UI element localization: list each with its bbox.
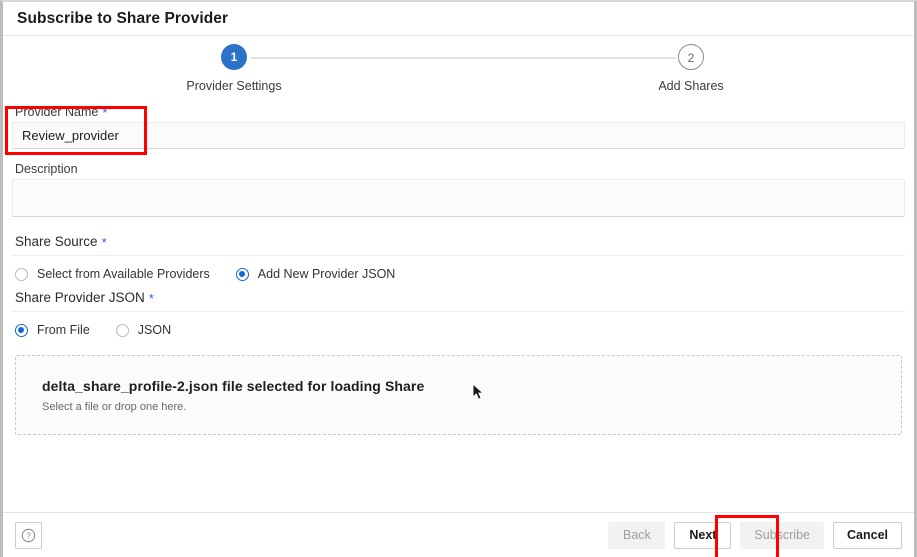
radio-icon-selected[interactable] bbox=[15, 323, 28, 337]
required-asterisk-share-provider-json: * bbox=[148, 291, 154, 306]
description-label: Description bbox=[12, 162, 905, 179]
stepper-step-provider-settings[interactable]: 1 Provider Settings bbox=[144, 44, 324, 93]
share-provider-json-heading: Share Provider JSON * bbox=[12, 290, 905, 312]
provider-name-input[interactable] bbox=[12, 122, 905, 149]
required-asterisk-provider-name: * bbox=[102, 105, 108, 120]
radio-label-add-new-provider-json: Add New Provider JSON bbox=[257, 267, 396, 281]
provider-settings-form: Provider Name* Description Share Source*… bbox=[3, 104, 914, 435]
radio-label-select-from-available-providers: Select from Available Providers bbox=[37, 267, 210, 281]
radio-option-select-from-available-providers[interactable]: Select from Available Providers bbox=[15, 267, 210, 281]
share-source-heading: Share Source * bbox=[12, 234, 905, 256]
radio-label-json: JSON bbox=[137, 323, 172, 337]
provider-name-label-text: Provider Name bbox=[15, 105, 99, 119]
subscribe-button[interactable]: Subscribe bbox=[740, 521, 824, 549]
radio-label-from-file: From File bbox=[37, 323, 90, 337]
radio-option-json[interactable]: JSON bbox=[115, 323, 172, 337]
description-textarea[interactable] bbox=[12, 179, 905, 217]
step-number-badge-2: 2 bbox=[678, 44, 704, 70]
radio-icon-unselected[interactable] bbox=[115, 323, 129, 337]
share-source-radio-group: Select from Available Providers Add New … bbox=[12, 256, 905, 290]
radio-icon-unselected[interactable] bbox=[15, 267, 28, 281]
question-circle-icon: ? bbox=[21, 528, 36, 542]
footer-button-group: Back Next Subscribe Cancel bbox=[599, 521, 902, 549]
share-source-heading-text: Share Source bbox=[15, 234, 98, 249]
step-label-2: Add Shares bbox=[658, 79, 724, 93]
wizard-stepper: 1 Provider Settings 2 Add Shares bbox=[3, 36, 914, 104]
share-provider-json-radio-group: From File JSON bbox=[12, 312, 905, 346]
cancel-button[interactable]: Cancel bbox=[833, 521, 902, 549]
help-button[interactable]: ? bbox=[15, 521, 42, 549]
radio-icon-selected[interactable] bbox=[235, 267, 249, 281]
provider-name-label: Provider Name * bbox=[12, 104, 905, 122]
stepper-step-add-shares[interactable]: 2 Add Shares bbox=[601, 44, 781, 93]
dialog-titlebar: Subscribe to Share Provider bbox=[3, 2, 914, 36]
dropzone-selected-file-text: delta_share_profile-2.json file selected… bbox=[42, 378, 425, 394]
step-number-badge-1: 1 bbox=[221, 44, 247, 70]
file-dropzone[interactable]: delta_share_profile-2.json file selected… bbox=[15, 355, 902, 435]
back-button[interactable]: Back bbox=[608, 521, 666, 549]
radio-option-from-file[interactable]: From File bbox=[15, 323, 90, 337]
description-label-text: Description bbox=[15, 162, 78, 176]
radio-option-add-new-provider-json[interactable]: Add New Provider JSON bbox=[235, 267, 396, 281]
dropzone-hint-text: Select a file or drop one here. bbox=[42, 401, 187, 413]
required-asterisk-share-source: * bbox=[101, 235, 107, 250]
step-label-1: Provider Settings bbox=[186, 79, 282, 93]
page-title: Subscribe to Share Provider bbox=[17, 9, 229, 27]
next-button[interactable]: Next bbox=[674, 521, 732, 549]
dialog-footer: ? Back Next Subscribe Cancel bbox=[3, 512, 914, 557]
share-provider-json-heading-text: Share Provider JSON bbox=[15, 290, 145, 305]
svg-text:?: ? bbox=[26, 531, 31, 540]
subscribe-share-provider-dialog: Subscribe to Share Provider 1 Provider S… bbox=[0, 0, 917, 557]
